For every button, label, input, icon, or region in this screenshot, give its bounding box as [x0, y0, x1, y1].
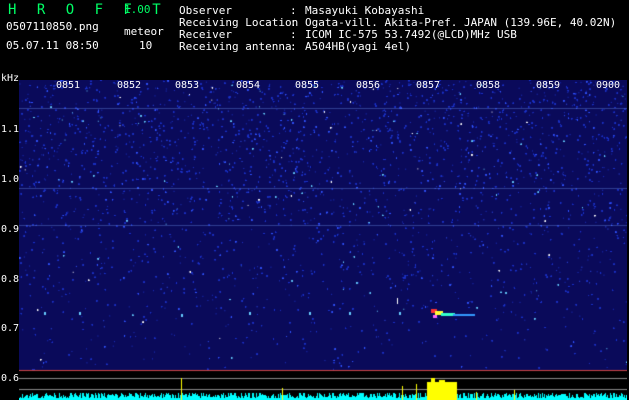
x-tick-label: 0853: [175, 80, 200, 91]
x-tick-label: 0851: [56, 80, 81, 91]
antenna-colon: :: [290, 40, 297, 53]
y-tick-label: 0.8: [1, 274, 20, 285]
x-tick-label: 0858: [476, 80, 501, 91]
y-tick-label: 0.9: [1, 224, 20, 235]
timestamp: 05.07.11 08:50: [6, 39, 99, 52]
antenna-label: Receiving antenna: [179, 40, 292, 53]
y-tick-label: 1.0: [1, 174, 20, 185]
image-filename: 0507110850.png: [6, 20, 99, 33]
y-axis-unit-label: kHz: [1, 73, 20, 84]
app-version: 1.00: [124, 3, 151, 16]
x-tick-label: 0900: [596, 80, 621, 91]
x-tick-label: 0856: [356, 80, 381, 91]
x-tick-label: 0859: [536, 80, 561, 91]
meteor-count-value: 10: [139, 39, 153, 52]
y-tick-label: 1.1: [1, 124, 20, 135]
x-tick-label: 0852: [117, 80, 142, 91]
antenna-value: A504HB(yagi 4el): [305, 40, 411, 53]
x-tick-label: 0857: [416, 80, 441, 91]
meteor-count-label: meteor: [124, 25, 164, 38]
y-tick-label: 0.7: [1, 323, 20, 334]
spectrogram-canvas: [19, 80, 627, 400]
y-tick-label: 0.6: [1, 373, 20, 384]
x-tick-label: 0855: [295, 80, 320, 91]
header-panel: H R O F F T 1.00 0507110850.png meteor 0…: [0, 0, 629, 84]
x-tick-label: 0854: [236, 80, 261, 91]
